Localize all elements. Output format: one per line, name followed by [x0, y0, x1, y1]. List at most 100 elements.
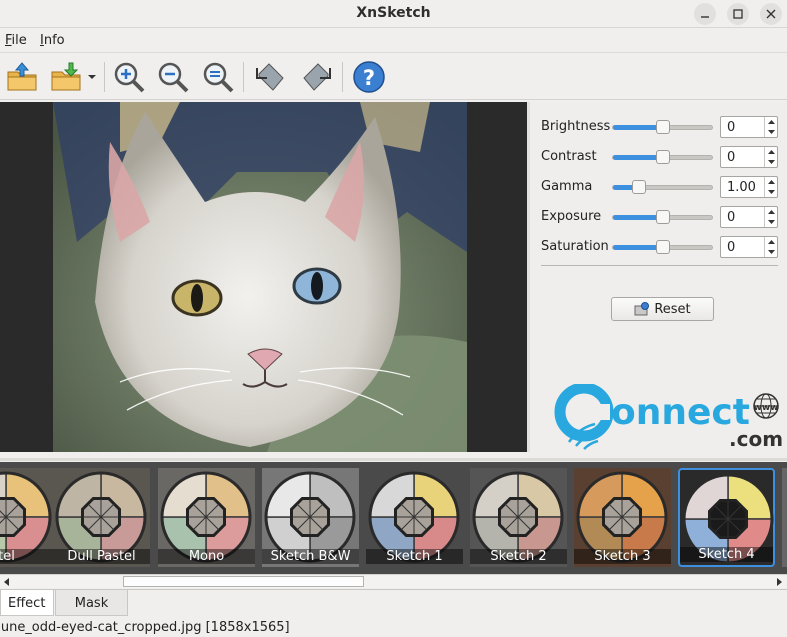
- maximize-button[interactable]: [727, 3, 749, 25]
- gamma-slider[interactable]: [612, 180, 713, 194]
- slider-thumb[interactable]: [632, 180, 646, 194]
- tab-bar: Effect Mask: [0, 589, 787, 616]
- menu-bar: File Info: [0, 29, 787, 53]
- effect-thumbnail[interactable]: Sketch 4: [678, 468, 775, 567]
- slider-thumb[interactable]: [656, 150, 670, 164]
- strip-separator: [0, 458, 787, 461]
- contrast-label: Contrast: [541, 149, 597, 164]
- zoom-out-icon: [158, 62, 189, 93]
- effect-thumbnail[interactable]: Sketch 3: [574, 468, 671, 567]
- contrast-slider[interactable]: [612, 150, 713, 164]
- zoom-in-button[interactable]: [110, 58, 148, 96]
- cat-photo: [0, 102, 527, 452]
- effect-label: Sketch 2: [470, 549, 567, 564]
- divider: [541, 265, 778, 266]
- svg-text:www: www: [754, 403, 779, 413]
- effect-label: tel: [0, 549, 55, 564]
- slider-thumb[interactable]: [656, 210, 670, 224]
- spin-arrows[interactable]: [764, 207, 777, 227]
- open-folder-icon: [7, 62, 37, 91]
- toolbar-separator: [342, 62, 343, 92]
- save-folder-icon: [51, 62, 81, 91]
- image-preview-pane[interactable]: [0, 102, 527, 452]
- toolbar-separator: [243, 62, 244, 92]
- tab-mask[interactable]: Mask: [55, 590, 128, 616]
- effects-strip: tel Dull Pastel Mono Sketch B&W Sketch 1 Sket…: [0, 462, 787, 574]
- effect-label: Dull Pastel: [53, 549, 150, 564]
- brightness-row: Brightness 0: [530, 114, 787, 140]
- zoom-fit-button[interactable]: [199, 58, 237, 96]
- brightness-spinbox[interactable]: 0: [720, 116, 778, 138]
- help-button[interactable]: ?: [350, 58, 388, 96]
- saturation-label: Saturation: [541, 239, 609, 254]
- effect-label: Sketch B&W: [262, 549, 359, 564]
- zoom-out-button[interactable]: [154, 58, 192, 96]
- window-title: XnSketch: [356, 5, 431, 21]
- gamma-row: Gamma 1.00: [530, 174, 787, 200]
- status-bar: June_odd-eyed-cat_cropped.jpg [1858x1565…: [0, 618, 787, 637]
- brightness-label: Brightness: [541, 119, 611, 134]
- reset-button[interactable]: Reset: [611, 297, 714, 321]
- effect-thumbnail[interactable]: Mono: [158, 468, 255, 567]
- spin-arrows[interactable]: [764, 177, 777, 197]
- effect-label: Sketch 1: [366, 549, 463, 564]
- effect-thumbnail[interactable]: Sketch B&W: [262, 468, 359, 567]
- effect-thumbnail[interactable]: tel: [0, 468, 55, 567]
- zoom-in-icon: [114, 62, 145, 93]
- save-dropdown-button[interactable]: [84, 58, 100, 96]
- status-file-info: June_odd-eyed-cat_cropped.jpg [1858x1565…: [0, 620, 290, 635]
- rotate-left-icon: [256, 63, 284, 91]
- maximize-icon: [733, 9, 743, 19]
- minimize-icon: [701, 16, 709, 18]
- contrast-spinbox[interactable]: 0: [720, 146, 778, 168]
- slider-thumb[interactable]: [656, 120, 670, 134]
- saturation-row: Saturation 0: [530, 234, 787, 260]
- effect-thumbnail[interactable]: [782, 468, 787, 567]
- spin-value: 0: [727, 210, 736, 225]
- effect-label: Sketch 3: [574, 549, 671, 564]
- svg-text:.com: .com: [729, 427, 783, 451]
- menu-info[interactable]: Info: [40, 33, 65, 48]
- scroll-right-icon: [777, 578, 782, 586]
- spin-arrows[interactable]: [764, 147, 777, 167]
- effect-label: Mono: [158, 549, 255, 564]
- rotate-right-icon: [303, 63, 331, 91]
- effect-thumbnail[interactable]: Sketch 1: [366, 468, 463, 567]
- effect-thumbnail[interactable]: Sketch 2: [470, 468, 567, 567]
- toolbar: ?: [0, 54, 787, 100]
- watermark-logo: onnect www .com: [554, 382, 784, 454]
- scrollbar-handle[interactable]: [123, 576, 364, 587]
- minimize-button[interactable]: [694, 3, 716, 25]
- exposure-slider[interactable]: [612, 210, 713, 224]
- tab-effect[interactable]: Effect: [0, 590, 54, 616]
- exposure-label: Exposure: [541, 209, 602, 224]
- help-icon: ?: [353, 61, 385, 93]
- spin-value: 0: [727, 240, 736, 255]
- gamma-spinbox[interactable]: 1.00: [720, 176, 778, 198]
- save-button[interactable]: [47, 58, 85, 96]
- svg-text:?: ?: [363, 66, 375, 90]
- exposure-spinbox[interactable]: 0: [720, 206, 778, 228]
- open-button[interactable]: [3, 58, 41, 96]
- close-icon: [766, 9, 776, 19]
- rotate-left-button[interactable]: [251, 58, 289, 96]
- saturation-slider[interactable]: [612, 240, 713, 254]
- gamma-label: Gamma: [541, 179, 593, 194]
- effect-thumbnail[interactable]: Dull Pastel: [53, 468, 150, 567]
- close-button[interactable]: [760, 3, 782, 25]
- menu-file[interactable]: File: [5, 33, 27, 48]
- exposure-row: Exposure 0: [530, 204, 787, 230]
- zoom-fit-icon: [203, 62, 234, 93]
- spin-value: 1.00: [727, 180, 756, 195]
- rotate-right-button[interactable]: [298, 58, 336, 96]
- contrast-row: Contrast 0: [530, 144, 787, 170]
- adjustments-panel: Brightness 0 Contrast 0 Gamma 1.00 Expos…: [530, 102, 787, 458]
- saturation-spinbox[interactable]: 0: [720, 236, 778, 258]
- spin-arrows[interactable]: [764, 237, 777, 257]
- effect-label: Sketch 4: [680, 547, 773, 562]
- slider-thumb[interactable]: [656, 240, 670, 254]
- effects-scrollbar[interactable]: [0, 574, 787, 588]
- spin-arrows[interactable]: [764, 117, 777, 137]
- reset-label: Reset: [654, 301, 691, 317]
- brightness-slider[interactable]: [612, 120, 713, 134]
